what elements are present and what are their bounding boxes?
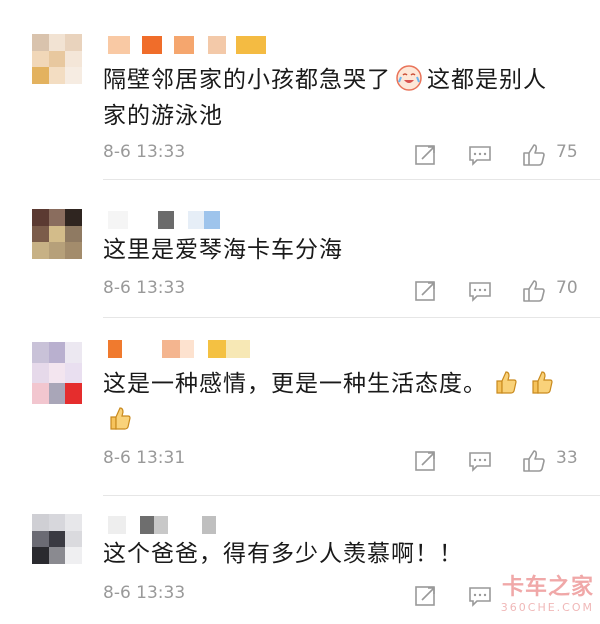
repost-icon[interactable] <box>413 142 439 168</box>
comment-text-line: 这都是别人 <box>427 67 547 93</box>
comment-text-line: 隔壁邻居家的小孩都急哭了 <box>103 67 391 93</box>
comment-icon[interactable] <box>467 142 493 168</box>
watermark-url: 360CHE.COM <box>500 601 594 614</box>
comment-item: 这里是爱琴海卡车分海 8-6 13:33 70 <box>0 205 600 320</box>
comment-icon[interactable] <box>467 278 493 304</box>
watermark-logo-text: 卡车之家 <box>501 575 594 600</box>
repost-icon[interactable] <box>413 583 439 609</box>
avatar[interactable] <box>32 34 82 84</box>
comment-icon[interactable] <box>467 448 493 474</box>
thumbs-up-emoji-icon <box>105 404 133 432</box>
username-mosaic[interactable] <box>108 340 250 358</box>
like-count: 75 <box>556 142 578 162</box>
thumbs-up-emoji-icon <box>527 368 555 396</box>
thumbs-up-emoji-icon <box>491 368 519 396</box>
username-mosaic[interactable] <box>108 211 220 229</box>
avatar[interactable] <box>32 514 82 564</box>
comment-item: 这是一种感情，更是一种生活态度。 8-6 13:31 33 <box>0 338 600 498</box>
like-count: 70 <box>556 278 578 298</box>
divider <box>103 495 600 496</box>
comment-text: 这是一种感情，更是一种生活态度。 <box>103 366 573 438</box>
comment-icon[interactable] <box>467 583 493 609</box>
like-icon[interactable] <box>521 448 547 474</box>
timestamp: 8-6 13:33 <box>103 278 186 298</box>
comment-item: 隔壁邻居家的小孩都急哭了 这都是别人 家的游泳池 8-6 13:33 75 <box>0 30 600 180</box>
like-count: 33 <box>556 448 578 468</box>
divider <box>103 179 600 180</box>
comment-text: 这个爸爸，得有多少人羡慕啊！！ <box>103 536 573 572</box>
comment-meta: 8-6 13:33 70 <box>103 278 583 304</box>
comment-text-line: 这是一种感情，更是一种生活态度。 <box>103 371 487 397</box>
like-icon[interactable] <box>521 142 547 168</box>
comment-meta: 8-6 13:31 33 <box>103 448 583 474</box>
comment-text: 隔壁邻居家的小孩都急哭了 这都是别人 家的游泳池 <box>103 62 573 134</box>
timestamp: 8-6 13:31 <box>103 448 186 468</box>
avatar[interactable] <box>32 342 82 404</box>
timestamp: 8-6 13:33 <box>103 142 186 162</box>
comment-text: 这里是爱琴海卡车分海 <box>103 232 573 268</box>
username-mosaic[interactable] <box>108 516 216 534</box>
timestamp: 8-6 13:33 <box>103 583 186 603</box>
laughing-cry-emoji-icon <box>395 64 423 92</box>
divider <box>103 317 600 318</box>
repost-icon[interactable] <box>413 278 439 304</box>
comment-text-line: 这里是爱琴海卡车分海 <box>103 237 343 263</box>
comment-text-line: 家的游泳池 <box>103 103 223 129</box>
username-mosaic[interactable] <box>108 36 266 54</box>
avatar[interactable] <box>32 209 82 259</box>
comment-meta: 8-6 13:33 75 <box>103 142 583 168</box>
watermark: 卡车之家 360CHE.COM <box>501 569 594 614</box>
repost-icon[interactable] <box>413 448 439 474</box>
comment-text-line: 这个爸爸，得有多少人羡慕啊！！ <box>103 541 463 567</box>
like-icon[interactable] <box>521 278 547 304</box>
